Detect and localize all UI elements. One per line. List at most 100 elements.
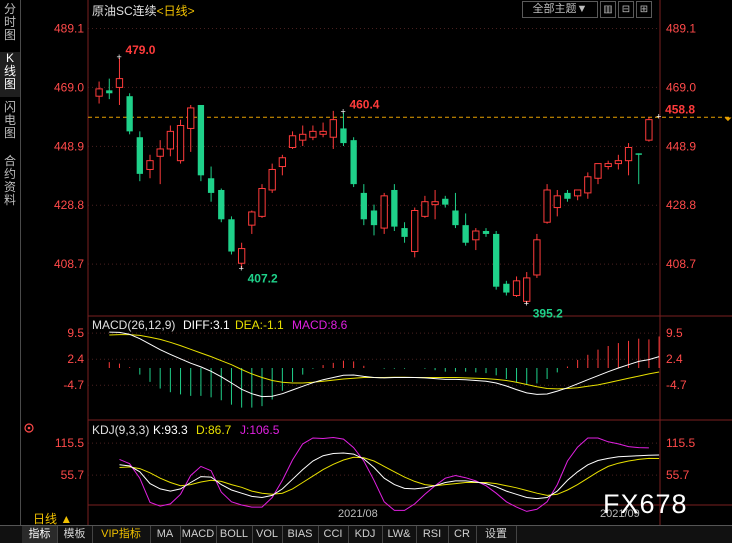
tab-kdj[interactable]: KDJ xyxy=(348,526,383,543)
extreme-marker: + xyxy=(656,111,661,121)
y-tick-label-right: 489.1 xyxy=(666,21,696,35)
candle-body xyxy=(645,119,653,141)
candle-body xyxy=(268,168,276,191)
kdj-d-value: D:86.7 xyxy=(196,423,232,437)
candle-body xyxy=(258,188,266,217)
y-tick-label-left: 55.7 xyxy=(61,468,85,482)
tab-指标[interactable]: 指标 xyxy=(22,526,58,543)
tab-boll[interactable]: BOLL xyxy=(216,526,253,543)
theme-dropdown[interactable]: 全部主题▼ xyxy=(522,1,598,18)
layout-icon[interactable]: ▥ xyxy=(600,1,616,18)
y-tick-label-left: 428.8 xyxy=(54,198,84,212)
y-tick-label-right: -4.7 xyxy=(666,378,687,392)
y-tick-label-right: 408.7 xyxy=(666,257,696,271)
candle-body xyxy=(156,148,164,157)
price-annotation: 407.2 xyxy=(248,272,278,286)
maximize-icon[interactable]: ⊞ xyxy=(636,1,652,18)
extreme-marker: + xyxy=(116,52,121,62)
candle-body xyxy=(553,195,561,209)
candle-body xyxy=(309,130,317,138)
candle-body xyxy=(197,104,205,176)
indicator-tabbar: 指标 模板 VIP指标 MA MACD BOLL VOL BIAS CCI KDJ LW& RSI CR… xyxy=(0,525,732,543)
candle-body xyxy=(278,157,287,168)
y-tick-label-right: 2.4 xyxy=(666,352,683,366)
macd-title: MACD(26,12,9) xyxy=(92,318,175,332)
watermark-logo: FX678 xyxy=(603,489,688,519)
candle-body xyxy=(166,130,175,150)
diff-line xyxy=(109,331,660,398)
candle-body xyxy=(584,176,592,194)
kdj-title: KDJ(9,3,3) xyxy=(92,423,149,437)
candle-body xyxy=(543,189,551,223)
candle-body xyxy=(493,233,500,287)
candle-body xyxy=(411,209,419,253)
tab-vol[interactable]: VOL xyxy=(252,526,283,543)
candle-body xyxy=(452,210,459,226)
extreme-marker: + xyxy=(340,107,345,117)
tab-ma[interactable]: MA xyxy=(150,526,181,543)
candle-body xyxy=(340,128,347,144)
candle-body xyxy=(288,135,297,148)
candle-body xyxy=(176,125,185,162)
candle-body xyxy=(614,160,623,165)
chart-header: 原油SC连续<日线> xyxy=(92,2,195,19)
y-tick-label-left: 489.1 xyxy=(54,21,84,35)
price-annotation: 460.4 xyxy=(349,98,379,112)
candle-body xyxy=(218,189,225,220)
candle-body xyxy=(442,198,449,205)
candle-body xyxy=(401,228,408,237)
minimize-icon[interactable]: ⊟ xyxy=(618,1,634,18)
candle-body xyxy=(95,88,103,97)
macd-dea-value: DEA:-1.1 xyxy=(235,318,284,332)
dea-line xyxy=(109,334,660,390)
macd-diff-value: DIFF:3.1 xyxy=(183,318,230,332)
candle-body xyxy=(533,239,541,276)
candle-body xyxy=(370,210,378,226)
extreme-marker: + xyxy=(524,299,529,309)
tab-bias[interactable]: BIAS xyxy=(282,526,319,543)
candle-body xyxy=(594,163,602,179)
candle-body xyxy=(319,130,327,135)
candle-body xyxy=(299,133,307,141)
candle-body xyxy=(228,219,235,252)
candle-body xyxy=(573,189,582,197)
period-indicator[interactable]: <日线> xyxy=(157,4,195,18)
y-tick-label-left: 408.7 xyxy=(54,257,84,271)
candle-body xyxy=(380,195,388,229)
candle-body xyxy=(635,153,642,155)
candle-body xyxy=(126,96,133,132)
candle-body xyxy=(146,160,154,170)
candle-body xyxy=(462,225,469,243)
tab-lw[interactable]: LW& xyxy=(382,526,417,543)
candle-body xyxy=(512,280,521,296)
candle-body xyxy=(115,78,124,88)
y-tick-label-right: 448.9 xyxy=(666,139,696,153)
candle-body xyxy=(187,107,195,129)
candle-body xyxy=(421,201,429,217)
tab-cr[interactable]: CR xyxy=(448,526,477,543)
candle-body xyxy=(329,119,337,138)
tab-设置[interactable]: 设置 xyxy=(476,526,517,543)
instrument-title: 原油SC连续 xyxy=(92,4,157,18)
settings-dot-icon-center xyxy=(27,426,31,430)
tab-cci[interactable]: CCI xyxy=(318,526,349,543)
candle-body xyxy=(604,163,612,168)
candle-body xyxy=(431,201,439,206)
tab-模板[interactable]: 模板 xyxy=(57,526,93,543)
y-tick-label-left: -4.7 xyxy=(63,378,84,392)
y-tick-label-right: 55.7 xyxy=(666,468,690,482)
chart-area: 489.1 489.1 469.0 469.0 448.9 448.9 428.8 428.8… xyxy=(24,0,732,525)
candle-body xyxy=(564,192,571,199)
candle-body xyxy=(248,211,256,226)
candle-body xyxy=(360,192,367,220)
tab-macd[interactable]: MACD xyxy=(180,526,217,543)
candle-body xyxy=(391,189,398,227)
y-tick-label-right: 428.8 xyxy=(666,198,696,212)
tab-vip指标[interactable]: VIP指标 xyxy=(92,526,151,543)
y-tick-label-left: 9.5 xyxy=(67,326,84,340)
tab-rsi[interactable]: RSI xyxy=(416,526,449,543)
price-annotation: 479.0 xyxy=(125,43,155,57)
candle-body xyxy=(503,283,510,293)
y-tick-label-right: 115.5 xyxy=(666,436,695,450)
macd-value: MACD:8.6 xyxy=(292,318,348,332)
